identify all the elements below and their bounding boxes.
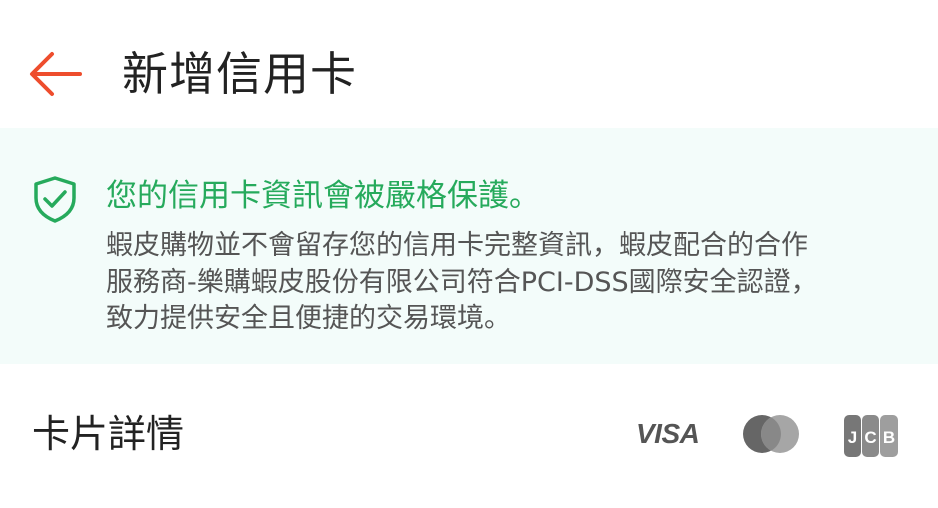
card-details-label: 卡片詳情 <box>32 412 185 456</box>
notice-title: 您的信用卡資訊會被嚴格保護。 <box>106 178 540 214</box>
notice-line-2: 服務商-樂購蝦皮股份有限公司符合PCI-DSS國際安全認證， <box>106 266 818 298</box>
card-brand-logos: VISA J C B <box>636 414 906 458</box>
svg-text:B: B <box>883 428 895 447</box>
arrow-left-icon <box>30 52 82 96</box>
back-button[interactable] <box>26 48 86 100</box>
notice-line-1: 蝦皮購物並不會留存您的信用卡完整資訊，蝦皮配合的合作 <box>106 230 808 261</box>
notice-line-3: 致力提供安全且便捷的交易環境。 <box>106 303 511 334</box>
svg-text:J: J <box>848 428 857 447</box>
visa-logo: VISA <box>636 418 700 449</box>
page-title: 新增信用卡 <box>122 47 357 101</box>
svg-text:C: C <box>864 428 876 447</box>
notice-body: 蝦皮購物並不會留存您的信用卡完整資訊，蝦皮配合的合作 服務商-樂購蝦皮股份有限公… <box>106 228 906 338</box>
app-header: 新增信用卡 <box>0 0 938 128</box>
mastercard-logo <box>743 415 799 453</box>
security-notice: 您的信用卡資訊會被嚴格保護。 蝦皮購物並不會留存您的信用卡完整資訊，蝦皮配合的合… <box>0 128 938 364</box>
card-details-section: 卡片詳情 VISA J C B <box>0 364 938 508</box>
jcb-logo: J C B <box>844 415 898 457</box>
shield-check-icon <box>34 176 76 223</box>
